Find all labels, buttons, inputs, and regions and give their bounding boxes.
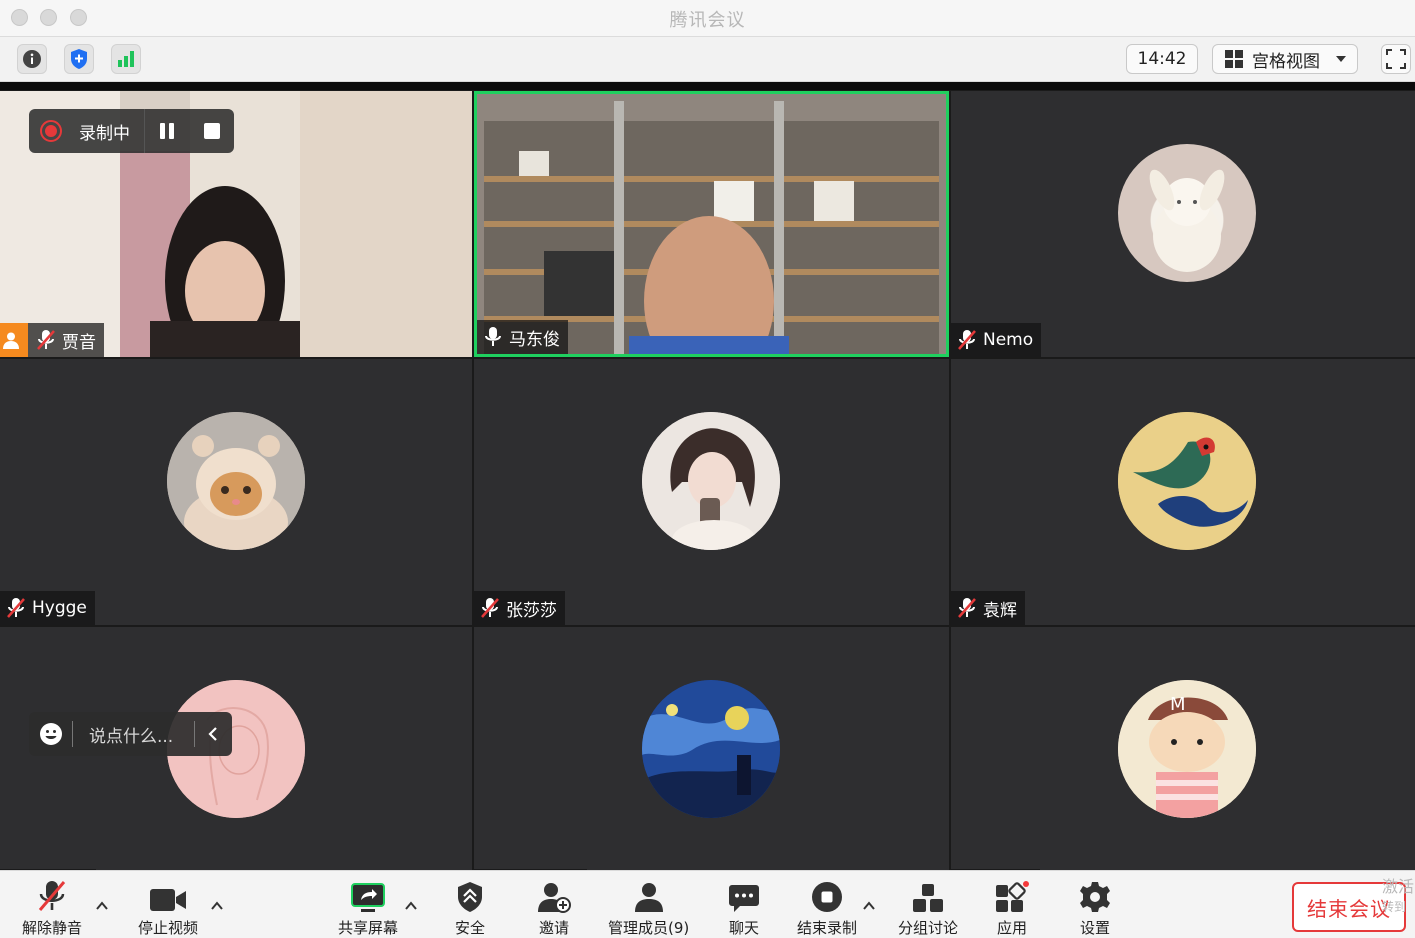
unmute-button[interactable]: 解除静音 [22, 877, 82, 938]
participant-nametag: 马东俊 [477, 320, 568, 354]
share-screen-button[interactable]: 共享屏幕 [338, 877, 398, 938]
participant-nametag: 张莎莎 [474, 591, 565, 625]
network-status-button[interactable] [111, 44, 141, 74]
stop-icon [204, 123, 220, 139]
video-options-chevron-icon[interactable] [210, 899, 224, 913]
mic-muted-icon [958, 598, 976, 618]
window-title: 腾讯会议 [669, 10, 746, 31]
stop-record-icon [812, 882, 842, 912]
pause-icon [160, 123, 174, 139]
avatar-participant-9: M [1118, 680, 1256, 818]
mic-icon [485, 327, 501, 346]
participant-name: Hygge [32, 598, 87, 618]
stop-recording-button[interactable] [203, 122, 221, 145]
participant-name: 袁辉 [983, 600, 1017, 621]
chat-button[interactable]: 聊天 [728, 877, 760, 938]
grid-view-icon [1225, 50, 1243, 68]
security-shield-icon [458, 882, 482, 912]
share-screen-icon [351, 883, 385, 912]
breakout-icon [913, 884, 943, 912]
participant-name: 贾音 [62, 332, 96, 353]
host-person-icon [3, 332, 19, 349]
mic-muted-icon [958, 330, 976, 350]
participant-tile-nemo[interactable]: Nemo [951, 91, 1415, 357]
top-toolbar: 14:42 宫格视图 [0, 37, 1415, 82]
activation-watermark: 激活 转到 [1382, 877, 1415, 914]
chat-bubble-icon [729, 885, 759, 912]
apps-button[interactable]: 应用 [995, 877, 1029, 938]
signal-bars-icon [118, 51, 134, 67]
participant-name: 马东俊 [509, 329, 560, 350]
chat-input-placeholder[interactable]: 说点什么... [89, 722, 173, 747]
recording-dot-icon [40, 120, 62, 142]
participant-nametag: Nemo [951, 323, 1042, 357]
bird-avatar-icon [1118, 412, 1256, 550]
svg-text:M: M [1170, 694, 1186, 715]
chevron-left-icon [208, 727, 217, 741]
mic-muted-icon [7, 598, 25, 618]
participant-tile-jiayin[interactable]: 录制中 贾音 [0, 91, 472, 357]
avatar-yuanhui [1118, 412, 1256, 550]
meeting-clock: 14:42 [1126, 44, 1198, 74]
avatar-nemo [1118, 144, 1256, 282]
pause-recording-button[interactable] [158, 122, 176, 145]
quick-chat-bar[interactable]: 说点什么... [29, 712, 232, 756]
bottom-toolbar: 解除静音 停止视频 共享屏幕 安全 邀请 管理成员(9) 聊天 结束录制 分组讨… [0, 870, 1415, 938]
video-camera-icon [150, 889, 186, 911]
participant-tile-hygge[interactable]: Hygge [0, 359, 472, 625]
members-icon [634, 883, 663, 912]
girl-avatar-icon [642, 412, 780, 550]
manage-members-button[interactable]: 管理成员(9) [608, 877, 689, 938]
collapse-chat-button[interactable] [207, 726, 219, 747]
bunny-avatar-icon [1149, 169, 1225, 272]
fullscreen-button[interactable] [1381, 44, 1411, 74]
participant-nametag: Hygge [0, 591, 95, 625]
security-shield-button[interactable] [64, 44, 94, 74]
recording-label: 录制中 [79, 123, 130, 144]
invite-button[interactable]: 邀请 [537, 877, 571, 938]
participant-tile-yuanhui[interactable]: 袁辉 [951, 359, 1415, 625]
participant-tile-9[interactable]: M [951, 627, 1415, 870]
apps-grid-icon [996, 881, 1029, 912]
participant-nametag: 贾音 [0, 323, 104, 357]
host-badge [0, 323, 28, 357]
info-icon [23, 50, 41, 68]
shield-icon [71, 49, 87, 69]
view-mode-label: 宫格视图 [1252, 51, 1320, 72]
mic-muted-icon [38, 881, 66, 911]
breakout-rooms-button[interactable]: 分组讨论 [898, 877, 958, 938]
cat-avatar-icon [167, 412, 305, 550]
settings-button[interactable]: 设置 [1079, 877, 1111, 938]
participant-name: Nemo [983, 330, 1034, 350]
share-options-chevron-icon[interactable] [404, 899, 418, 913]
participant-name: 张莎莎 [506, 600, 557, 621]
participant-nametag: 袁辉 [951, 591, 1025, 625]
fullscreen-icon [1386, 49, 1406, 69]
title-bar: 腾讯会议 [0, 0, 1415, 37]
cartoon-boy-avatar-icon: M [1118, 680, 1256, 818]
security-button[interactable]: 安全 [455, 877, 485, 938]
mic-muted-icon [481, 598, 499, 618]
participant-tile-madongjun[interactable]: 马东俊 [474, 91, 949, 357]
view-mode-dropdown[interactable]: 宫格视图 [1212, 44, 1358, 74]
add-user-icon [538, 883, 571, 913]
avatar-participant-8 [642, 680, 780, 818]
gear-icon [1080, 882, 1110, 912]
recording-indicator: 录制中 [29, 109, 234, 153]
avatar-hygge [167, 412, 305, 550]
mic-muted-icon [37, 330, 55, 350]
participant-tile-8[interactable] [474, 627, 949, 870]
starry-night-avatar-icon [642, 680, 780, 818]
participant-tile-zhangshasha[interactable]: 张莎莎 [474, 359, 949, 625]
chevron-down-icon [1336, 56, 1346, 62]
end-recording-button[interactable]: 结束录制 [797, 877, 857, 938]
emoji-icon[interactable] [39, 722, 63, 746]
avatar-zhangshasha [642, 412, 780, 550]
recording-options-chevron-icon[interactable] [862, 899, 876, 913]
stop-video-button[interactable]: 停止视频 [138, 877, 198, 938]
meeting-info-button[interactable] [17, 44, 47, 74]
video-grid: 录制中 贾音 马东俊 Nemo Hygge 张莎莎 袁辉 M 说点什么... [0, 82, 1415, 870]
active-speaker-border [474, 91, 949, 357]
audio-options-chevron-icon[interactable] [95, 899, 109, 913]
